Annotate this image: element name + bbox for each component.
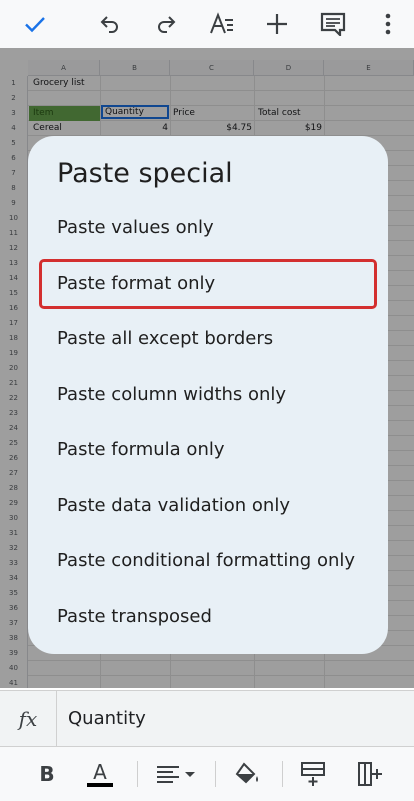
plus-icon[interactable] xyxy=(261,8,293,40)
fill-color-icon[interactable] xyxy=(233,759,263,789)
undo-icon[interactable] xyxy=(94,8,126,40)
text-color-letter: A xyxy=(93,760,107,784)
checkmark-icon[interactable] xyxy=(19,8,51,40)
redo-icon[interactable] xyxy=(150,8,182,40)
divider xyxy=(282,761,283,787)
paste-special-dialog: Paste special Paste values only Paste fo… xyxy=(28,136,388,654)
format-toolbar: B A xyxy=(0,746,414,801)
option-paste-formula-only[interactable]: Paste formula only xyxy=(42,428,374,472)
divider xyxy=(215,761,216,787)
insert-row-icon[interactable] xyxy=(298,759,328,789)
divider xyxy=(137,761,138,787)
option-paste-data-validation-only[interactable]: Paste data validation only xyxy=(42,484,374,528)
text-format-icon[interactable] xyxy=(206,8,238,40)
option-paste-values-only[interactable]: Paste values only xyxy=(42,206,374,250)
text-color-swatch xyxy=(87,783,113,787)
top-toolbar xyxy=(0,0,414,49)
bold-icon[interactable]: B xyxy=(34,759,60,789)
formula-bar: fx Quantity xyxy=(0,690,414,747)
dialog-title: Paste special xyxy=(57,158,233,189)
comment-icon[interactable] xyxy=(317,8,349,40)
option-paste-column-widths-only[interactable]: Paste column widths only xyxy=(42,373,374,417)
option-paste-all-except-borders[interactable]: Paste all except borders xyxy=(42,317,374,361)
text-color-icon[interactable]: A xyxy=(86,759,114,789)
formula-input[interactable]: Quantity xyxy=(68,691,146,747)
insert-column-icon[interactable] xyxy=(355,759,385,789)
fx-icon[interactable]: fx xyxy=(0,691,57,747)
option-paste-transposed[interactable]: Paste transposed xyxy=(42,595,374,639)
option-paste-format-only[interactable]: Paste format only xyxy=(39,259,377,309)
more-vert-icon[interactable] xyxy=(372,8,404,40)
align-icon[interactable] xyxy=(154,759,198,789)
option-paste-conditional-formatting-only[interactable]: Paste conditional formatting only xyxy=(42,539,374,583)
